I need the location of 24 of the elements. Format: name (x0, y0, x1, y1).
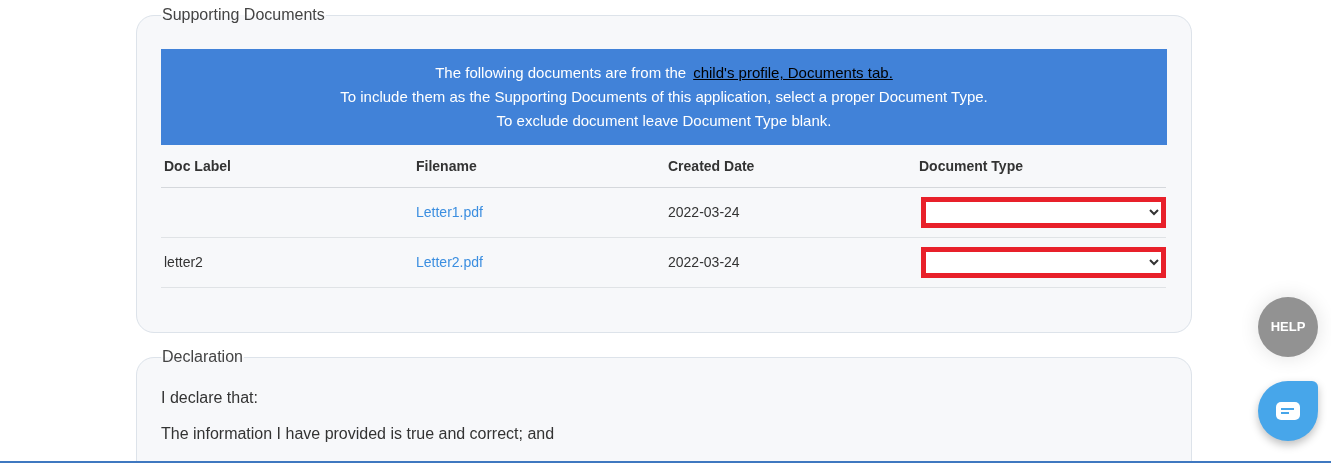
banner-text: To exclude document leave Document Type blank. (496, 112, 832, 129)
table-cell-text: 2022-03-24 (668, 253, 740, 272)
profile-link[interactable]: child's profile, Documents tab. (693, 61, 893, 85)
column-header: Filename (416, 156, 477, 176)
column-header: Document Type (919, 156, 1023, 176)
document-type-select[interactable] (921, 197, 1166, 228)
chat-icon (1276, 402, 1300, 420)
file-link[interactable]: Letter1.pdf (416, 202, 483, 223)
help-button[interactable]: HELP (1258, 297, 1318, 357)
document-type-select[interactable] (921, 247, 1166, 278)
section-title: Supporting Documents (161, 5, 326, 25)
chat-button[interactable] (1258, 381, 1318, 441)
section-title: Declaration (161, 347, 244, 367)
column-header: Doc Label (164, 156, 231, 176)
banner-text: The following documents are from the (435, 63, 687, 83)
declaration-text: The information I have provided is true and correct; and (161, 424, 556, 444)
column-header: Created Date (668, 156, 755, 176)
chevron-down-icon (1149, 259, 1159, 266)
table-cell-text: 2022-03-24 (668, 203, 740, 222)
file-link[interactable]: Letter2.pdf (416, 252, 483, 273)
table-cell-text: letter2 (164, 253, 203, 272)
banner-text: To include them as the Supporting Documents of this application, select a proper Document Type. (340, 88, 988, 105)
declaration-text: I declare that: (161, 388, 259, 408)
chevron-down-icon (1149, 209, 1159, 216)
